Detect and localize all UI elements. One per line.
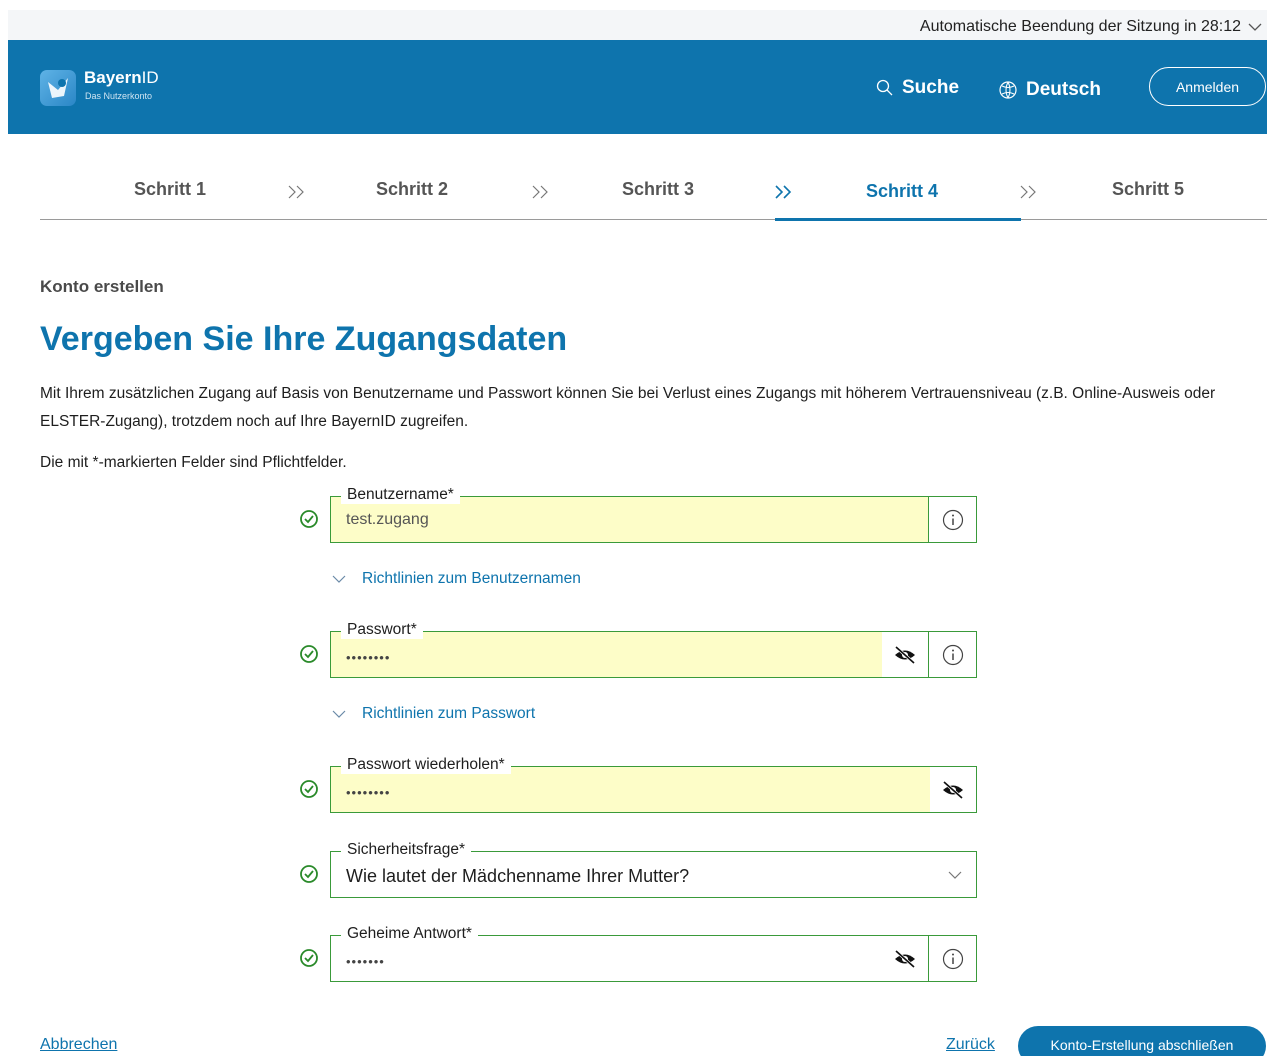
- step-5: Schritt 5: [1112, 179, 1185, 199]
- password-field[interactable]: Passwort* ••••••••: [330, 621, 977, 678]
- logo-name: BayernID: [84, 68, 159, 87]
- password-guidelines-toggle[interactable]: Richtlinien zum Passwort: [332, 705, 535, 723]
- logo-subtitle: Das Nutzerkonto: [85, 91, 153, 101]
- chevron-down-icon: [332, 710, 346, 718]
- check-circle-icon: [300, 510, 318, 528]
- page-subtitle: Konto erstellen: [40, 277, 164, 296]
- secret-answer-info-button[interactable]: [928, 936, 976, 981]
- double-chevron-right-icon: [775, 185, 792, 199]
- check-circle-icon: [300, 949, 318, 967]
- username-guidelines-toggle[interactable]: Richtlinien zum Benutzernamen: [332, 570, 581, 588]
- chevron-down-icon[interactable]: [1247, 21, 1263, 33]
- username-label: Benutzername*: [341, 486, 460, 504]
- step-4: Schritt 4: [866, 181, 939, 201]
- secret-answer-label: Geheime Antwort*: [341, 925, 478, 943]
- password-value: ••••••••: [346, 650, 391, 665]
- double-chevron-right-icon: [532, 185, 548, 199]
- language-button[interactable]: Deutsch: [998, 79, 1101, 101]
- chevron-down-icon: [332, 575, 346, 583]
- header: BayernID Das Nutzerkonto Suche Deutsch A…: [8, 40, 1267, 134]
- step-2: Schritt 2: [376, 179, 449, 199]
- username-info-button[interactable]: [928, 497, 976, 542]
- password-repeat-value: ••••••••: [346, 785, 391, 800]
- eye-slash-icon: [943, 780, 963, 799]
- required-fields-note: Die mit *-markierten Felder sind Pflicht…: [40, 454, 347, 471]
- back-link[interactable]: Zurück: [946, 1036, 995, 1054]
- security-question-value: Wie lautet der Mädchenname Ihrer Mutter?: [346, 866, 690, 886]
- cancel-link[interactable]: Abbrechen: [40, 1036, 117, 1054]
- eye-slash-icon: [895, 645, 915, 664]
- intro-text: Mit Ihrem zusätzlichen Zugang auf Basis …: [40, 385, 1216, 430]
- secret-answer-field[interactable]: Geheime Antwort* •••••••: [330, 925, 977, 982]
- check-circle-icon: [300, 865, 318, 883]
- info-icon: [942, 948, 963, 969]
- search-button[interactable]: Suche: [876, 77, 959, 99]
- eye-slash-icon: [895, 949, 915, 968]
- username-value: test.zugang: [346, 511, 429, 528]
- info-icon: [942, 509, 963, 530]
- password-repeat-field[interactable]: Passwort wiederholen* ••••••••: [330, 756, 977, 813]
- step-indicator: Schritt 1 Schritt 2 Schritt 3 Schritt 4 …: [40, 160, 1267, 221]
- password-label: Passwort*: [341, 621, 423, 639]
- username-field[interactable]: Benutzername* test.zugang: [330, 486, 977, 543]
- check-circle-icon: [300, 645, 318, 663]
- secret-answer-visibility-toggle[interactable]: [882, 936, 928, 981]
- password-repeat-label: Passwort wiederholen*: [341, 756, 511, 774]
- active-step-underline: [775, 218, 1021, 221]
- step-3: Schritt 3: [622, 179, 695, 199]
- login-button[interactable]: Anmelden: [1149, 67, 1266, 106]
- session-bar: Automatische Beendung der Sitzung in 28:…: [8, 10, 1267, 40]
- check-circle-icon: [300, 780, 318, 798]
- finish-account-creation-button[interactable]: Konto-Erstellung abschließen: [1018, 1026, 1266, 1056]
- chevron-down-icon: [948, 871, 962, 879]
- password-visibility-toggle[interactable]: [882, 632, 928, 677]
- search-icon: [876, 79, 893, 96]
- session-timer-text: Automatische Beendung der Sitzung in 28:…: [919, 18, 1241, 35]
- globe-icon: [999, 81, 1017, 99]
- double-chevron-right-icon: [1020, 185, 1036, 199]
- info-icon: [942, 644, 963, 665]
- secret-answer-value: •••••••: [346, 954, 385, 969]
- security-question-select[interactable]: Sicherheitsfrage* Wie lautet der Mädchen…: [330, 841, 977, 898]
- step-1: Schritt 1: [134, 179, 207, 199]
- password-info-button[interactable]: [928, 632, 976, 677]
- double-chevron-right-icon: [288, 185, 304, 199]
- password-repeat-visibility-toggle[interactable]: [930, 767, 976, 812]
- bayernid-logo-icon[interactable]: [40, 70, 76, 106]
- page-title: Vergeben Sie Ihre Zugangsdaten: [40, 320, 568, 358]
- security-question-label: Sicherheitsfrage*: [341, 841, 472, 859]
